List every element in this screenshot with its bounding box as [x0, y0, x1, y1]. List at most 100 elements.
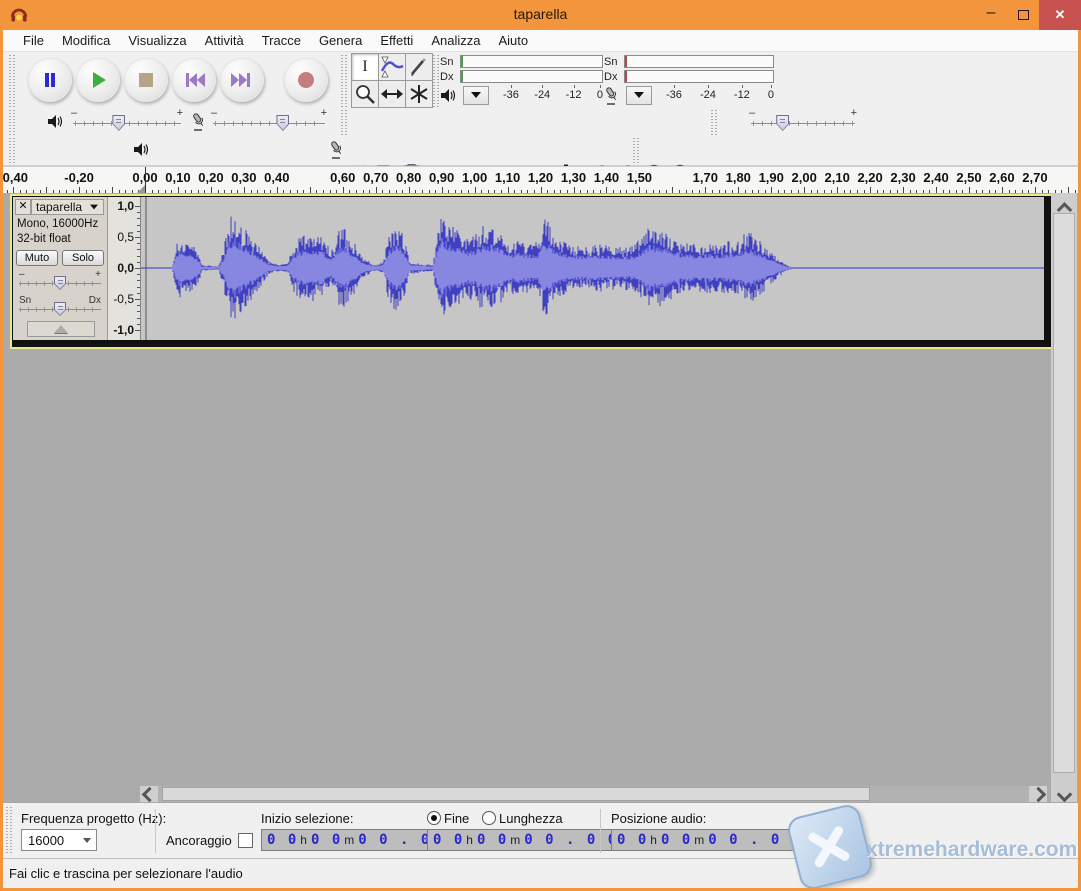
waveform-display[interactable]	[141, 197, 1044, 340]
track-collapse-button[interactable]	[27, 321, 95, 337]
slider-track[interactable]	[213, 123, 325, 124]
selection-end-radio[interactable]	[427, 811, 441, 825]
recording-meter[interactable]: Sn Dx -36-24-120	[604, 54, 774, 106]
selection-tool-button[interactable]: I	[351, 53, 379, 81]
vruler-tick	[135, 268, 140, 269]
menu-analizza[interactable]: Analizza	[422, 31, 489, 50]
selection-start-digits[interactable]: 0 0	[311, 832, 342, 848]
menu-effetti[interactable]: Effetti	[371, 31, 422, 50]
ruler-label-2,60: 2,60	[989, 170, 1014, 185]
selection-start-digits[interactable]: 0 0	[267, 832, 298, 848]
menu-genera[interactable]: Genera	[310, 31, 371, 50]
menu-modifica[interactable]: Modifica	[53, 31, 119, 50]
input-volume-slider[interactable]: –+	[213, 110, 325, 132]
mute-button[interactable]: Muto	[16, 250, 58, 266]
slider-track[interactable]	[751, 123, 855, 124]
ruler-label-1,50: 1,50	[627, 170, 652, 185]
track-pan-slider[interactable]: Sn Dx	[19, 297, 101, 317]
audio-track[interactable]: ✕ taparella Mono, 16000Hz 32-bit float M…	[10, 194, 1053, 349]
skip-start-button[interactable]	[172, 58, 216, 102]
device-toolbar-grip-end[interactable]	[633, 138, 639, 164]
playspeed-toolbar-grip[interactable]	[711, 110, 717, 136]
menu-file[interactable]: File	[14, 31, 53, 50]
track-menu-button[interactable]: taparella	[31, 199, 104, 215]
tools-toolbar-grip[interactable]	[341, 55, 347, 107]
multi-tool-button[interactable]	[405, 80, 433, 108]
output-volume-slider[interactable]: –+	[73, 110, 181, 132]
vruler-tick	[137, 305, 140, 306]
titlebar[interactable]: taparella – ✕	[0, 0, 1081, 30]
audio-position-digits[interactable]: 0 0	[617, 832, 648, 848]
mixer-toolbar-grip[interactable]	[9, 110, 15, 136]
ruler-label-1,40: 1,40	[594, 170, 619, 185]
playback-meter-bar-right[interactable]	[460, 70, 603, 83]
minimize-button[interactable]: –	[975, 0, 1007, 30]
menu-visualizza[interactable]: Visualizza	[119, 31, 195, 50]
meter-dropdown-button[interactable]	[626, 86, 652, 105]
zoom-tool-button[interactable]	[351, 80, 379, 108]
ruler-label-0,20: 0,20	[198, 170, 223, 185]
play-speed-slider[interactable]: –+	[751, 110, 855, 132]
menu-attivit[interactable]: Attività	[196, 31, 253, 50]
draw-tool-button[interactable]	[405, 53, 433, 81]
selection-toolbar-grip[interactable]	[6, 807, 12, 855]
menubar: FileModificaVisualizzaAttivitàTracceGene…	[3, 30, 1078, 52]
recording-meter-bar-right[interactable]	[624, 70, 774, 83]
selection-end-digits[interactable]: 0 0	[477, 832, 508, 848]
selection-length-radio[interactable]	[482, 811, 496, 825]
device-toolbar-grip[interactable]	[9, 138, 15, 164]
transport-toolbar-grip[interactable]	[9, 55, 15, 107]
vruler-tick	[137, 212, 140, 213]
track-gain-slider[interactable]: – +	[19, 271, 101, 291]
ruler-label-0,60: 0,60	[330, 170, 355, 185]
track-close-button[interactable]: ✕	[15, 199, 31, 215]
scroll-right-arrow[interactable]	[1029, 786, 1047, 802]
time-field-dropdown[interactable]	[836, 830, 850, 850]
audio-position-digits[interactable]: 0 0 . 0 0 0	[708, 832, 823, 848]
audio-position-digits[interactable]: 0 0	[661, 832, 692, 848]
meter-dropdown-button[interactable]	[463, 86, 489, 105]
output-volume-thumb[interactable]	[112, 115, 125, 131]
toolbar-dock: I Sn Dx -36-24-120 Sn Dx -36-24-120	[3, 52, 1078, 166]
play-button[interactable]	[76, 58, 120, 102]
snap-to-checkbox[interactable]	[238, 833, 253, 848]
close-button[interactable]: ✕	[1039, 0, 1081, 30]
meter-zero-tick	[625, 71, 627, 82]
slider-minus-label: –	[749, 107, 755, 119]
vertical-ruler[interactable]: 1,00,50,0-0,5-1,0	[108, 197, 141, 340]
menu-tracce[interactable]: Tracce	[253, 31, 310, 50]
audio-position-field[interactable]: 0 0h0 0m0 0 . 0 0 0s	[611, 829, 851, 851]
playback-meter[interactable]: Sn Dx -36-24-120	[440, 54, 603, 106]
envelope-tool-button[interactable]	[378, 53, 406, 81]
dropdown-arrow-icon	[840, 838, 848, 843]
time-shift-tool-button[interactable]	[378, 80, 406, 108]
vertical-scroll-thumb[interactable]	[1053, 213, 1075, 773]
recording-meter-bar-left[interactable]	[624, 55, 774, 68]
skip-end-button[interactable]	[220, 58, 264, 102]
input-volume-thumb[interactable]	[276, 115, 289, 131]
menu-aiuto[interactable]: Aiuto	[489, 31, 537, 50]
slider-plus-label: +	[851, 107, 857, 119]
maximize-button[interactable]	[1007, 0, 1039, 30]
horizontal-scroll-thumb[interactable]	[162, 787, 870, 801]
pause-button[interactable]	[28, 58, 72, 102]
track-pan-thumb[interactable]	[54, 302, 66, 316]
play-speed-thumb[interactable]	[776, 115, 789, 131]
stop-button[interactable]	[124, 58, 168, 102]
horizontal-scrollbar[interactable]	[140, 786, 1047, 802]
timeline-ruler[interactable]: -0,40-0,200,000,100,200,300,400,600,700,…	[0, 166, 1081, 194]
solo-button[interactable]: Solo	[62, 250, 104, 266]
time-unit-label: m	[344, 833, 354, 847]
playback-meter-bar-left[interactable]	[460, 55, 603, 68]
selection-end-digits[interactable]: 0 0	[433, 832, 464, 848]
track-gain-thumb[interactable]	[54, 276, 66, 290]
record-button[interactable]	[284, 58, 328, 102]
meter-toolbar-grip[interactable]	[433, 55, 439, 107]
vertical-scrollbar[interactable]	[1051, 193, 1077, 802]
edit-toolbar-grip[interactable]	[341, 110, 347, 136]
scroll-left-arrow[interactable]	[140, 786, 158, 802]
slider-track[interactable]	[73, 123, 181, 124]
vruler-label--1,0: -1,0	[113, 323, 134, 337]
window-border-left	[0, 30, 3, 891]
project-rate-combo[interactable]: 16000	[21, 829, 97, 851]
